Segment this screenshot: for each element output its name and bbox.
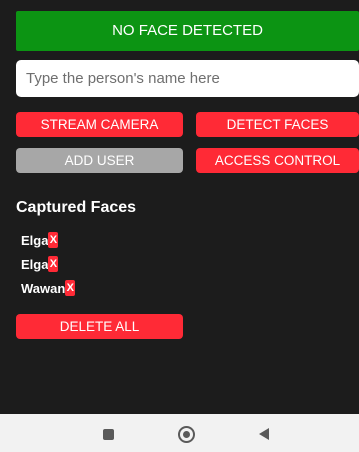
detect-faces-button[interactable]: DETECT FACES (196, 112, 359, 137)
delete-face-button[interactable]: X (65, 280, 76, 296)
back-icon[interactable] (259, 428, 269, 440)
captured-faces-list: Elga X Elga X Wawan X (21, 228, 76, 300)
home-icon[interactable] (178, 426, 195, 443)
add-user-button[interactable]: ADD USER (16, 148, 183, 173)
system-navigation-bar (0, 414, 359, 452)
app-screen: NO FACE DETECTED STREAM CAMERA DETECT FA… (0, 0, 359, 414)
face-list-item: Elga X (21, 228, 75, 252)
face-name: Wawan (21, 280, 66, 296)
captured-faces-title: Captured Faces (16, 199, 137, 216)
home-icon-dot (183, 431, 190, 438)
delete-face-button[interactable]: X (48, 232, 59, 248)
face-name: Elga (21, 232, 49, 248)
access-control-button[interactable]: ACCESS CONTROL (196, 148, 359, 173)
stream-camera-button[interactable]: STREAM CAMERA (16, 112, 183, 137)
face-name: Elga (21, 256, 49, 272)
face-list-item: Wawan X (21, 276, 76, 300)
face-list-item: Elga X (21, 252, 75, 276)
person-name-input[interactable] (16, 60, 359, 97)
status-banner: NO FACE DETECTED (16, 11, 359, 51)
recent-apps-icon[interactable] (103, 429, 114, 440)
delete-face-button[interactable]: X (48, 256, 59, 272)
delete-all-button[interactable]: DELETE ALL (16, 314, 183, 339)
